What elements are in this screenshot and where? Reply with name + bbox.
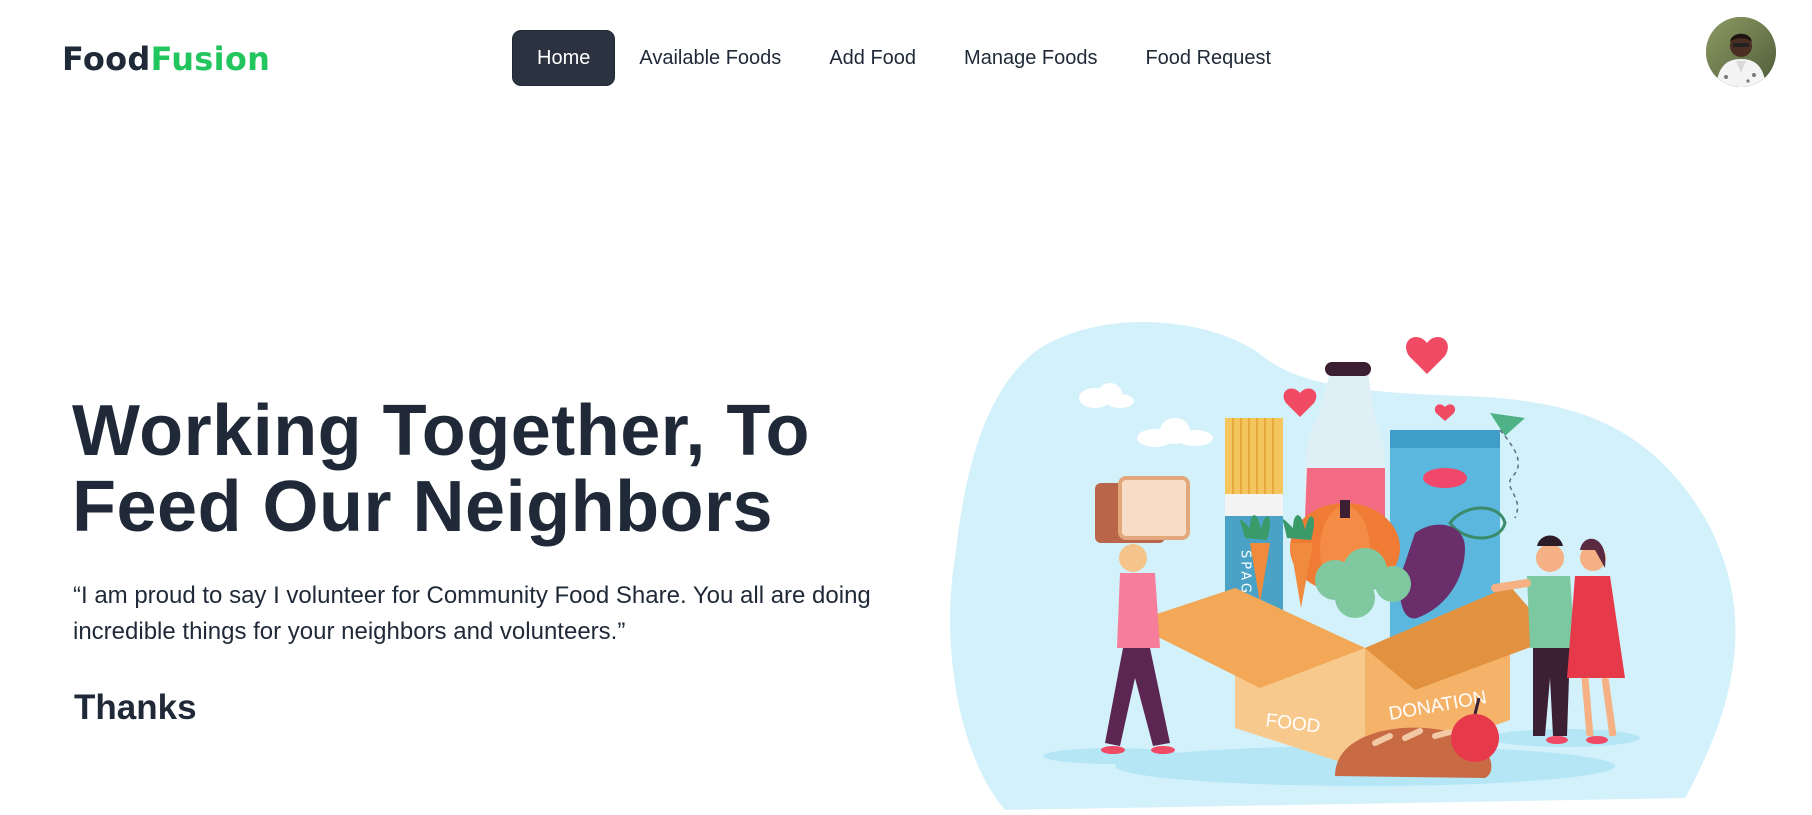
hero-quote: “I am proud to say I volunteer for Commu… [73, 582, 871, 645]
user-avatar-icon [1706, 17, 1776, 87]
brand-logo-part2: Fusion [150, 40, 271, 78]
hero-title-line1: Working Together, To [72, 391, 810, 471]
navbar: FoodFusion Home Available Foods Add Food… [0, 0, 1812, 114]
user-avatar[interactable] [1706, 17, 1776, 87]
hero-title: Working Together, To Feed Our Neighbors [72, 393, 932, 545]
nav-available-foods[interactable]: Available Foods [615, 31, 805, 85]
hero-signature: Thanks [74, 688, 197, 727]
spaghetti-pack-label: SPAG [1238, 550, 1253, 596]
nav-food-request[interactable]: Food Request [1121, 31, 1295, 85]
main-nav: Home Available Foods Add Food Manage Foo… [512, 30, 1295, 86]
food-donation-illustration-svg: SPAG FOOD DONATION [950, 321, 1736, 810]
brand-logo-part1: Food [62, 40, 151, 78]
nav-home[interactable]: Home [512, 30, 616, 86]
nav-add-food[interactable]: Add Food [805, 31, 940, 85]
hero-title-line2: Feed Our Neighbors [72, 467, 774, 547]
food-donation-illustration: SPAG FOOD DONATION [945, 318, 1745, 810]
brand-logo[interactable]: FoodFusion [62, 40, 270, 78]
nav-manage-foods[interactable]: Manage Foods [940, 31, 1121, 85]
